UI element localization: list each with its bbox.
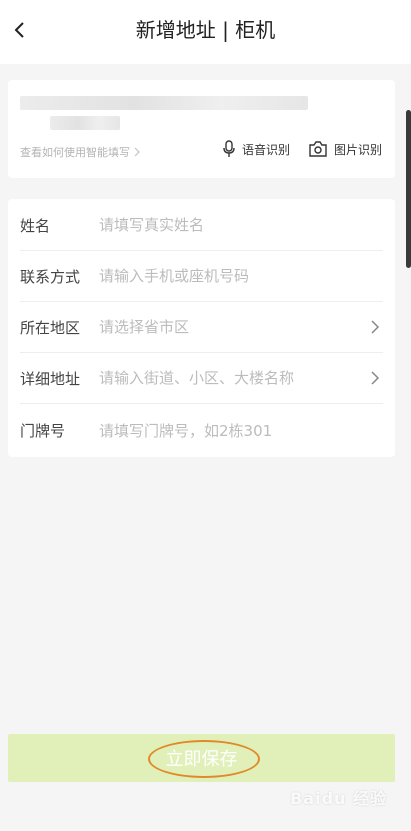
smart-fill-hint-text: 查看如何使用智能填写	[20, 146, 130, 159]
region-label: 所在地区	[20, 318, 81, 337]
name-label: 姓名	[20, 216, 51, 235]
microphone-icon	[223, 140, 235, 157]
image-recognition-label: 图片识别	[334, 142, 383, 157]
save-button[interactable]: 立即保存	[8, 734, 395, 782]
name-row[interactable]: 姓名	[20, 200, 383, 251]
top-nav-bar: 新增地址 | 柜机	[0, 0, 411, 64]
name-input[interactable]	[99, 210, 383, 240]
address-form: 姓名 联系方式 所在地区 详细地址 门牌号	[8, 199, 395, 457]
voice-recognition-label: 语音识别	[242, 142, 291, 157]
image-recognition-button[interactable]: 图片识别	[308, 140, 382, 158]
smart-fill-textarea[interactable]	[20, 94, 308, 138]
contact-row[interactable]: 联系方式	[20, 251, 383, 302]
page-title: 新增地址 | 柜机	[135, 18, 276, 42]
smart-fill-card: 查看如何使用智能填写 语音识别 图片识别	[8, 80, 395, 178]
house-number-row[interactable]: 门牌号	[20, 405, 383, 456]
voice-recognition-button[interactable]: 语音识别	[222, 140, 290, 158]
chevron-right-icon	[367, 370, 383, 386]
region-row[interactable]: 所在地区	[20, 302, 383, 353]
detail-address-row[interactable]: 详细地址	[20, 353, 383, 404]
chevron-right-icon	[367, 319, 383, 335]
camera-icon	[309, 141, 327, 157]
baidu-watermark: Baidu 经验	[290, 789, 387, 808]
detail-address-input[interactable]	[99, 363, 367, 393]
house-number-input[interactable]	[99, 415, 383, 446]
scrollbar-thumb[interactable]	[406, 110, 411, 268]
smart-fill-help-link[interactable]: 查看如何使用智能填写	[20, 144, 140, 160]
blurred-text	[50, 116, 120, 130]
chevron-right-icon	[134, 147, 140, 157]
house-number-label: 门牌号	[20, 422, 66, 440]
blurred-text	[20, 96, 308, 110]
contact-input[interactable]	[99, 261, 383, 291]
contact-label: 联系方式	[20, 267, 81, 286]
detail-address-label: 详细地址	[20, 369, 81, 388]
region-select[interactable]	[99, 312, 367, 342]
